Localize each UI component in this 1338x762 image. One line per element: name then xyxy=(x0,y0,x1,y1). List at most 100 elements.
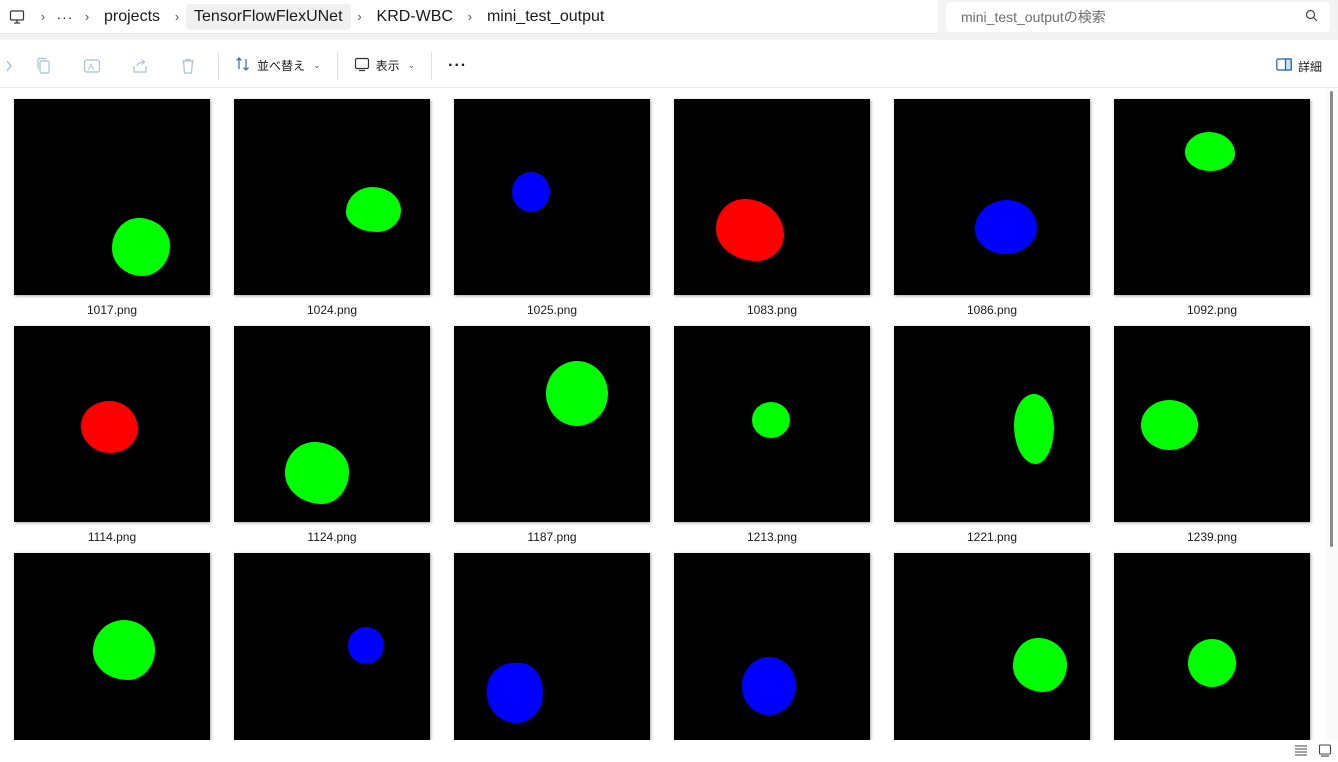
segmentation-blob xyxy=(1013,638,1067,692)
file-tile[interactable]: 1086.png xyxy=(894,99,1090,317)
details-view-icon[interactable] xyxy=(1294,743,1308,762)
scrollbar-thumb[interactable] xyxy=(1330,91,1333,547)
view-icon xyxy=(354,56,370,75)
file-tile[interactable]: 1239.png xyxy=(1114,326,1310,544)
file-tile[interactable] xyxy=(674,553,870,740)
file-name: 1221.png xyxy=(966,530,1018,544)
file-thumbnail[interactable] xyxy=(234,326,430,522)
file-tile[interactable]: 1213.png xyxy=(674,326,870,544)
details-pane-icon xyxy=(1276,57,1292,75)
file-name: 1024.png xyxy=(306,303,358,317)
file-tile[interactable]: 1092.png xyxy=(1114,99,1310,317)
segmentation-blob xyxy=(348,627,384,664)
vertical-scrollbar[interactable] xyxy=(1326,89,1338,740)
details-label: 詳細 xyxy=(1297,59,1322,74)
breadcrumb-projects[interactable]: projects xyxy=(96,4,168,30)
file-thumbnail[interactable] xyxy=(234,553,430,740)
file-tile[interactable]: 1221.png xyxy=(894,326,1090,544)
segmentation-blob xyxy=(346,187,401,232)
chevron-right-icon[interactable]: › xyxy=(461,9,479,24)
file-thumbnail[interactable] xyxy=(14,99,210,295)
search-input[interactable] xyxy=(961,9,1305,25)
segmentation-blob xyxy=(546,361,608,426)
file-tile[interactable] xyxy=(1114,553,1310,740)
file-thumbnail[interactable] xyxy=(674,99,870,295)
file-tile[interactable]: 1187.png xyxy=(454,326,650,544)
toolbar-divider xyxy=(431,51,433,80)
file-tile[interactable] xyxy=(234,553,430,740)
toolbar-divider xyxy=(336,51,338,80)
file-thumbnail[interactable] xyxy=(14,326,210,522)
cut-icon[interactable] xyxy=(0,50,20,82)
segmentation-blob xyxy=(752,402,790,438)
segmentation-blob xyxy=(1188,639,1236,687)
details-pane-button[interactable]: 詳細 xyxy=(1276,50,1322,82)
file-thumbnail[interactable] xyxy=(674,553,870,740)
view-label: 表示 xyxy=(375,59,400,73)
thumbnail-grid: 1017.png 1024.png 1025.png 1083.png 1086.png… xyxy=(14,99,1310,740)
sort-label: 並べ替え xyxy=(257,59,306,73)
file-thumbnail[interactable] xyxy=(14,553,210,740)
file-thumbnail[interactable] xyxy=(1114,326,1310,522)
segmentation-blob xyxy=(81,401,138,453)
address-bar[interactable]: › ··· › projects › TensorFlowFlexUNet › … xyxy=(0,0,938,34)
share-icon[interactable] xyxy=(116,50,164,82)
status-bar xyxy=(0,740,1338,762)
file-name: 1239.png xyxy=(1186,530,1238,544)
file-name: 1083.png xyxy=(746,303,798,317)
toolbar-divider xyxy=(218,51,219,80)
breadcrumb-overflow[interactable]: ··· xyxy=(52,9,78,25)
file-thumbnail[interactable] xyxy=(894,553,1090,740)
file-thumbnail[interactable] xyxy=(674,326,870,522)
chevron-right-icon[interactable]: › xyxy=(34,9,52,24)
file-view: 1017.png 1024.png 1025.png 1083.png 1086.png… xyxy=(0,89,1326,740)
segmentation-blob xyxy=(112,218,170,276)
file-tile[interactable]: 1114.png xyxy=(14,326,210,544)
file-thumbnail[interactable] xyxy=(234,99,430,295)
search-box[interactable] xyxy=(946,2,1330,32)
segmentation-blob xyxy=(1185,132,1235,171)
file-tile[interactable]: 1025.png xyxy=(454,99,650,317)
search-icon[interactable] xyxy=(1305,9,1318,25)
file-tile[interactable]: 1017.png xyxy=(14,99,210,317)
file-tile[interactable]: 1124.png xyxy=(234,326,430,544)
file-tile[interactable]: 1083.png xyxy=(674,99,870,317)
segmentation-blob xyxy=(1141,400,1198,450)
segmentation-blob xyxy=(512,172,550,212)
rename-icon[interactable]: A xyxy=(68,50,116,82)
sort-button[interactable]: 並べ替え ⌄ xyxy=(225,50,331,82)
large-icons-view-icon[interactable] xyxy=(1318,743,1332,762)
file-thumbnail[interactable] xyxy=(1114,553,1310,740)
chevron-right-icon[interactable]: › xyxy=(78,9,96,24)
file-thumbnail[interactable] xyxy=(894,99,1090,295)
segmentation-blob xyxy=(487,663,543,723)
more-options-button[interactable]: ··· xyxy=(438,50,477,82)
breadcrumb-mini-test-output[interactable]: mini_test_output xyxy=(479,4,612,30)
segmentation-blob xyxy=(975,200,1037,254)
file-tile[interactable]: 1024.png xyxy=(234,99,430,317)
this-pc-icon[interactable] xyxy=(0,9,34,25)
address-row: › ··· › projects › TensorFlowFlexUNet › … xyxy=(0,0,1338,40)
file-name: 1017.png xyxy=(86,303,138,317)
sort-icon xyxy=(235,56,251,75)
file-thumbnail[interactable] xyxy=(454,553,650,740)
chevron-right-icon[interactable]: › xyxy=(168,9,186,24)
file-thumbnail[interactable] xyxy=(454,99,650,295)
file-tile[interactable] xyxy=(894,553,1090,740)
file-name: 1114.png xyxy=(87,530,137,544)
file-tile[interactable] xyxy=(454,553,650,740)
file-thumbnail[interactable] xyxy=(454,326,650,522)
view-button[interactable]: 表示 ⌄ xyxy=(344,50,426,82)
segmentation-blob xyxy=(1014,394,1054,464)
chevron-right-icon[interactable]: › xyxy=(351,9,369,24)
breadcrumb-tensorflowflexunet[interactable]: TensorFlowFlexUNet xyxy=(186,3,351,30)
delete-icon[interactable] xyxy=(164,50,212,82)
file-thumbnail[interactable] xyxy=(1114,99,1310,295)
file-tile[interactable] xyxy=(14,553,210,740)
file-thumbnail[interactable] xyxy=(894,326,1090,522)
segmentation-blob xyxy=(742,657,796,715)
command-bar: A 並べ替え ⌄ 表示 ⌄ ··· 詳細 xyxy=(0,44,1338,88)
breadcrumb-krd-wbc[interactable]: KRD-WBC xyxy=(369,4,461,30)
copy-icon[interactable] xyxy=(20,50,68,82)
file-name: 1213.png xyxy=(746,530,798,544)
